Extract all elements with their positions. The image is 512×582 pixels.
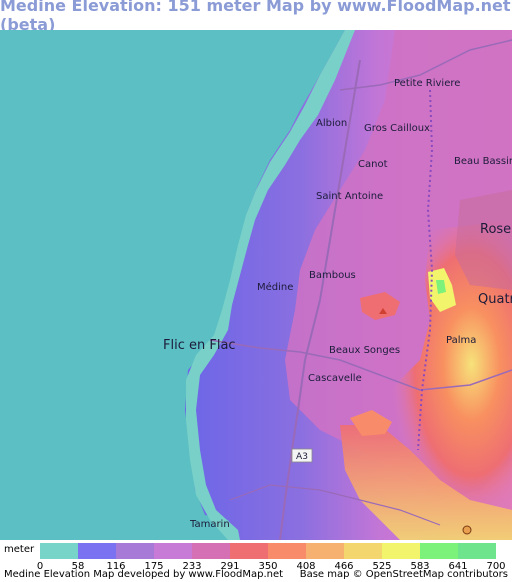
legend-swatch: [306, 543, 344, 559]
legend-unit: meter: [4, 544, 35, 555]
label-beau-bassin: Beau Bassin: [454, 156, 512, 167]
legend-swatch: [230, 543, 268, 559]
legend-swatch: [268, 543, 306, 559]
legend-swatch: [192, 543, 230, 559]
label-quatre: Quatr: [478, 292, 512, 307]
legend-swatch: [78, 543, 116, 559]
footer-credit: Medine Elevation Map developed by www.Fl…: [4, 569, 284, 580]
legend-swatch: [154, 543, 192, 559]
page-title: Medine Elevation: 151 meter Map by www.F…: [0, 0, 511, 34]
legend-unit-label: meter: [4, 544, 34, 555]
label-flic-en-flac: Flic en Flac: [163, 338, 236, 353]
legend-swatch: [420, 543, 458, 559]
label-medine: Médine: [257, 281, 293, 293]
label-rose: Rose: [480, 222, 511, 237]
label-albion: Albion: [316, 118, 347, 129]
legend-swatch: [382, 543, 420, 559]
legend-swatch: [116, 543, 154, 559]
elevation-map[interactable]: A3 Petite Riviere Albion Gros Cailloux C…: [0, 30, 512, 540]
label-saint-antoine: Saint Antoine: [316, 191, 383, 202]
label-cascavelle: Cascavelle: [308, 373, 362, 384]
footer-attribution: Base map © OpenStreetMap contributors: [299, 569, 508, 580]
label-canot: Canot: [358, 159, 388, 170]
label-palma: Palma: [446, 335, 476, 346]
label-beaux-songes: Beaux Songes: [329, 345, 400, 356]
legend-swatch: [458, 543, 496, 559]
legend-swatch: [40, 543, 78, 559]
road-label-a3: A3: [296, 452, 308, 462]
label-petite-riviere: Petite Riviere: [394, 78, 460, 89]
label-tamarin: Tamarin: [189, 519, 230, 530]
label-bambous: Bambous: [309, 270, 356, 281]
location-marker[interactable]: [462, 525, 472, 535]
label-gros-cailloux: Gros Cailloux: [364, 123, 430, 134]
legend-swatch: [344, 543, 382, 559]
